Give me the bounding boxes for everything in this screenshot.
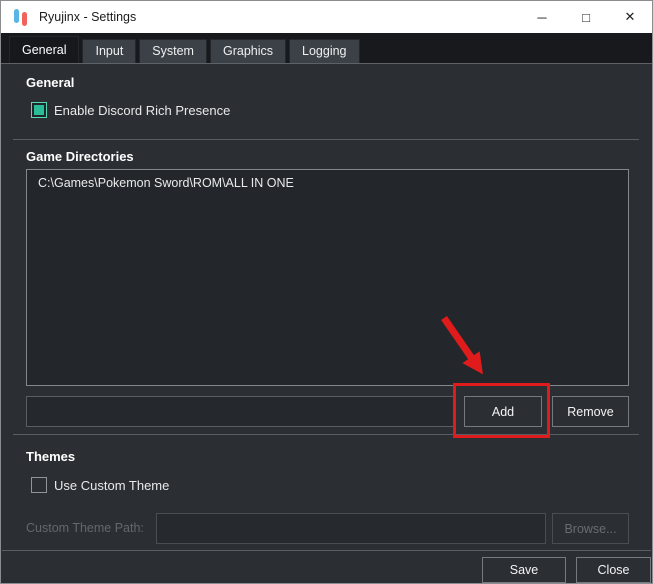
logo-red-bar [22, 12, 27, 26]
new-directory-input[interactable] [26, 396, 456, 427]
close-icon[interactable]: ✕ [608, 1, 652, 33]
section-divider [13, 434, 639, 435]
title-bar[interactable]: Ryujinx - Settings ─ □ ✕ [1, 1, 652, 33]
footer-divider [2, 550, 651, 551]
remove-button[interactable]: Remove [552, 396, 629, 427]
game-directories-section-header: Game Directories [26, 149, 134, 164]
use-custom-theme-checkbox[interactable] [31, 477, 47, 493]
browse-button[interactable]: Browse... [552, 513, 629, 544]
discord-rich-presence-label: Enable Discord Rich Presence [54, 103, 230, 118]
tab-system[interactable]: System [139, 39, 207, 63]
game-directories-listbox[interactable]: C:\Games\Pokemon Sword\ROM\ALL IN ONE [26, 169, 629, 386]
section-divider [13, 139, 639, 140]
window-title: Ryujinx - Settings [39, 10, 136, 24]
add-button[interactable]: Add [464, 396, 542, 427]
ryujinx-logo-icon [13, 8, 30, 27]
custom-theme-path-label: Custom Theme Path: [26, 521, 144, 535]
settings-window: Ryujinx - Settings ─ □ ✕ General Input S… [0, 0, 653, 584]
close-button[interactable]: Close [576, 557, 651, 583]
themes-section-header: Themes [26, 449, 75, 464]
save-button[interactable]: Save [482, 557, 566, 583]
maximize-icon[interactable]: □ [564, 1, 608, 33]
tab-logging[interactable]: Logging [289, 39, 360, 63]
window-controls: ─ □ ✕ [520, 1, 652, 33]
logo-blue-bar [14, 9, 19, 23]
discord-rich-presence-checkbox[interactable] [31, 102, 47, 118]
tab-graphics[interactable]: Graphics [210, 39, 286, 63]
tab-general[interactable]: General [9, 36, 79, 63]
tab-input[interactable]: Input [82, 39, 136, 63]
minimize-icon[interactable]: ─ [520, 1, 564, 33]
use-custom-theme-label: Use Custom Theme [54, 478, 169, 493]
game-directory-list-item[interactable]: C:\Games\Pokemon Sword\ROM\ALL IN ONE [27, 170, 628, 196]
tab-bar: General Input System Graphics Logging [1, 33, 652, 63]
general-section-header: General [26, 75, 74, 90]
custom-theme-path-input[interactable] [156, 513, 546, 544]
